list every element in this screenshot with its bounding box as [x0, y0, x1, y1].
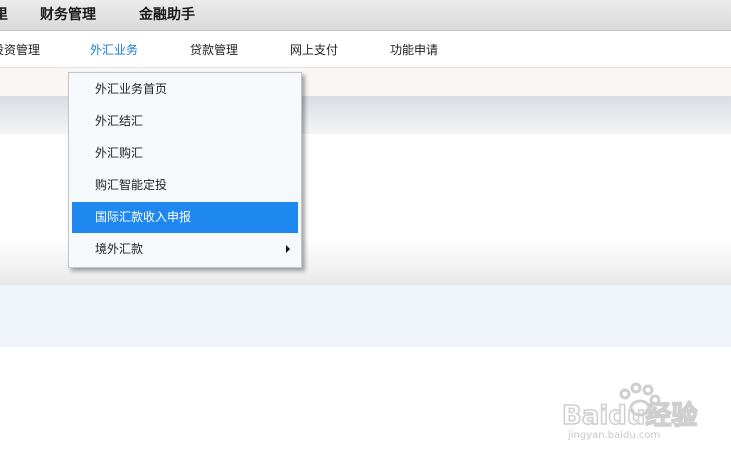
sub-nav-item-forex[interactable]: 外汇业务 [90, 41, 138, 58]
top-nav-item-assistant[interactable]: 金融助手 [139, 4, 195, 24]
watermark-url: jingyan.baidu.com [568, 430, 661, 441]
footer-panel [0, 284, 731, 347]
menu-item-forex-home[interactable]: 外汇业务首页 [72, 74, 298, 105]
sub-nav-item-loans[interactable]: 贷款管理 [190, 41, 238, 58]
menu-item-label: 境外汇款 [95, 242, 144, 256]
watermark-logo-text: Baidu经验 [562, 400, 697, 431]
top-nav-item-partial[interactable]: 里 [0, 4, 8, 24]
sub-nav-bar: 投资管理 外汇业务 贷款管理 网上支付 功能申请 [0, 31, 731, 68]
sub-nav-item-feature-apply[interactable]: 功能申请 [390, 41, 438, 58]
menu-item-forex-settlement[interactable]: 外汇结汇 [72, 106, 298, 137]
top-nav-item-finance[interactable]: 财务管理 [40, 4, 96, 24]
forex-dropdown-menu: 外汇业务首页 外汇结汇 外汇购汇 购汇智能定投 国际汇款收入申报 境外汇款 [68, 72, 302, 268]
menu-item-overseas-remittance[interactable]: 境外汇款 [72, 234, 298, 265]
menu-item-remittance-declaration[interactable]: 国际汇款收入申报 [72, 202, 298, 233]
menu-item-smart-investment[interactable]: 购汇智能定投 [72, 170, 298, 201]
submenu-arrow-icon [286, 245, 290, 253]
menu-item-label: 国际汇款收入申报 [95, 210, 192, 224]
sub-nav-item-online-pay[interactable]: 网上支付 [290, 41, 338, 58]
menu-item-forex-purchase[interactable]: 外汇购汇 [72, 138, 298, 169]
menu-item-label: 外汇结汇 [95, 114, 144, 128]
top-nav-bar: 里 财务管理 金融助手 [0, 0, 731, 31]
menu-item-label: 外汇业务首页 [95, 82, 168, 96]
menu-item-label: 购汇智能定投 [95, 178, 168, 192]
menu-item-label: 外汇购汇 [95, 146, 144, 160]
sub-nav-item-investment[interactable]: 投资管理 [0, 41, 40, 58]
